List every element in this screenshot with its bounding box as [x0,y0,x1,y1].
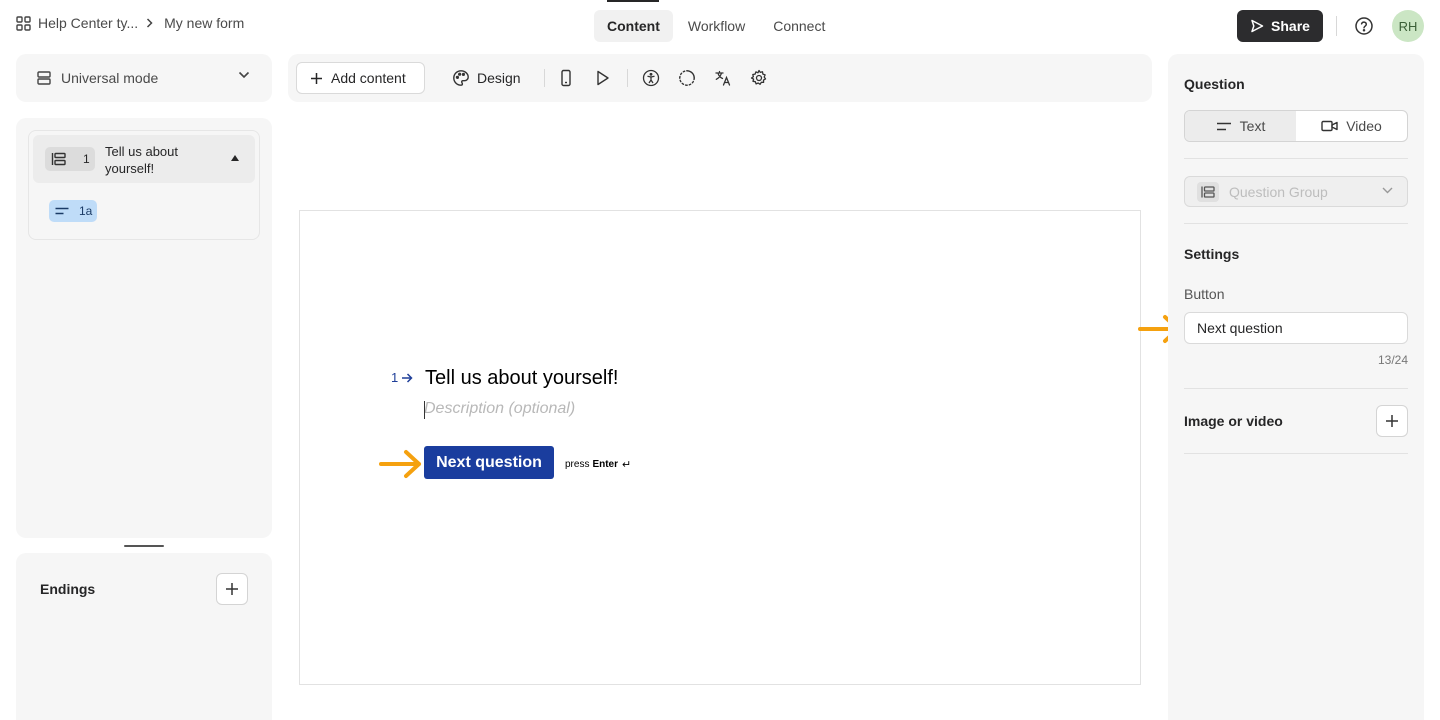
video-camera-icon [1321,120,1338,132]
type-text-label: Text [1239,118,1266,134]
translate-icon[interactable] [714,69,732,87]
tab-content[interactable]: Content [594,10,673,42]
type-video-option[interactable]: Video [1296,111,1407,141]
add-content-label: Add content [331,70,406,86]
toolbar-divider [544,69,545,87]
chevron-down-icon [238,71,250,79]
main-tabs: Content Workflow Connect [594,10,840,42]
question-settings-panel: Question Text Video Question Group Setti… [1168,54,1424,720]
mode-label: Universal mode [61,70,159,86]
return-key-icon: ↵ [622,459,632,471]
button-field-label: Button [1184,286,1225,302]
question-type-toggle: Text Video [1184,110,1408,142]
canvas-question-title[interactable]: Tell us about yourself! [425,367,618,390]
sub-question-number: 1a [79,204,93,218]
question-item[interactable]: 1 Tell us about yourself! [33,135,255,183]
question-group-placeholder: Question Group [1229,183,1328,200]
design-label: Design [477,70,521,86]
mobile-preview-icon[interactable] [557,69,575,87]
panel-resize-handle[interactable] [124,545,164,547]
section-divider [1184,158,1408,159]
question-group-card: 1 Tell us about yourself! 1a [28,130,260,240]
short-text-icon [55,207,69,215]
section-divider [1184,223,1408,224]
tab-connect[interactable]: Connect [760,10,838,42]
settings-gear-icon[interactable] [750,69,768,87]
plus-icon [311,72,322,84]
send-icon [1250,19,1271,33]
breadcrumb-workspace[interactable]: Help Center ty... [38,15,138,31]
enter-label: Enter [592,459,619,470]
question-group-select[interactable]: Question Group [1184,176,1408,207]
header-divider [1336,16,1337,36]
type-text-option[interactable]: Text [1185,111,1296,141]
question-group-icon [1197,181,1219,202]
section-divider [1184,388,1408,389]
tab-workflow[interactable]: Workflow [675,10,758,42]
add-content-button[interactable]: Add content [296,62,425,94]
avatar[interactable]: RH [1392,10,1424,42]
plus-icon [226,583,238,595]
endings-title: Endings [40,581,96,597]
button-label-input[interactable] [1184,312,1408,344]
top-bar: Help Center ty... My new form Content Wo… [0,0,1440,52]
question-group-icon [51,152,66,166]
breadcrumb-form-name[interactable]: My new form [164,15,244,31]
share-button[interactable]: Share [1237,10,1323,42]
add-media-button[interactable] [1376,405,1408,437]
press-label: press [565,459,590,470]
section-divider [1184,453,1408,454]
add-ending-button[interactable] [216,573,248,605]
toolbar-divider [627,69,628,87]
character-count: 13/24 [1377,353,1408,367]
active-tab-indicator [607,0,659,2]
endings-panel: Endings [16,553,272,720]
canvas-description-field[interactable]: Description (optional) [424,400,575,419]
logic-loader-icon[interactable] [678,69,696,87]
share-label: Share [1271,18,1310,34]
chevron-down-icon [1382,187,1393,194]
chevron-right-icon [146,18,153,28]
questions-panel: 1 Tell us about yourself! 1a [16,118,272,538]
editor-toolbar: Add content Design [288,54,1152,102]
annotation-arrow-icon [378,448,424,480]
palette-icon [453,70,469,86]
sub-question-item[interactable]: 1a [49,200,97,222]
question-number: 1 [83,152,90,166]
breadcrumb: Help Center ty... My new form [16,15,244,31]
question-title: Tell us about yourself! [105,144,178,176]
apps-grid-icon[interactable] [16,15,31,31]
short-text-icon [1216,122,1231,130]
canvas-question-number-text: 1 [391,370,399,385]
accessibility-icon[interactable] [642,69,660,87]
arrow-right-icon [402,372,413,383]
design-button[interactable]: Design [452,62,521,94]
collapse-triangle-icon[interactable] [231,155,239,161]
mode-selector[interactable]: Universal mode [16,54,272,102]
play-preview-icon[interactable] [593,69,611,87]
question-badge: 1 [45,147,95,171]
type-video-label: Video [1346,118,1382,134]
form-preview-canvas: 1 Tell us about yourself! Description (o… [299,210,1141,685]
image-or-video-heading: Image or video [1184,413,1283,429]
help-icon[interactable] [1354,16,1374,36]
canvas-question-number: 1 [391,370,413,385]
plus-icon [1386,415,1398,427]
next-question-button[interactable]: Next question [424,446,554,479]
question-heading: Question [1184,76,1245,92]
press-enter-hint: press Enter ↵ [565,458,631,471]
layers-icon [36,70,52,86]
settings-heading: Settings [1184,246,1240,262]
